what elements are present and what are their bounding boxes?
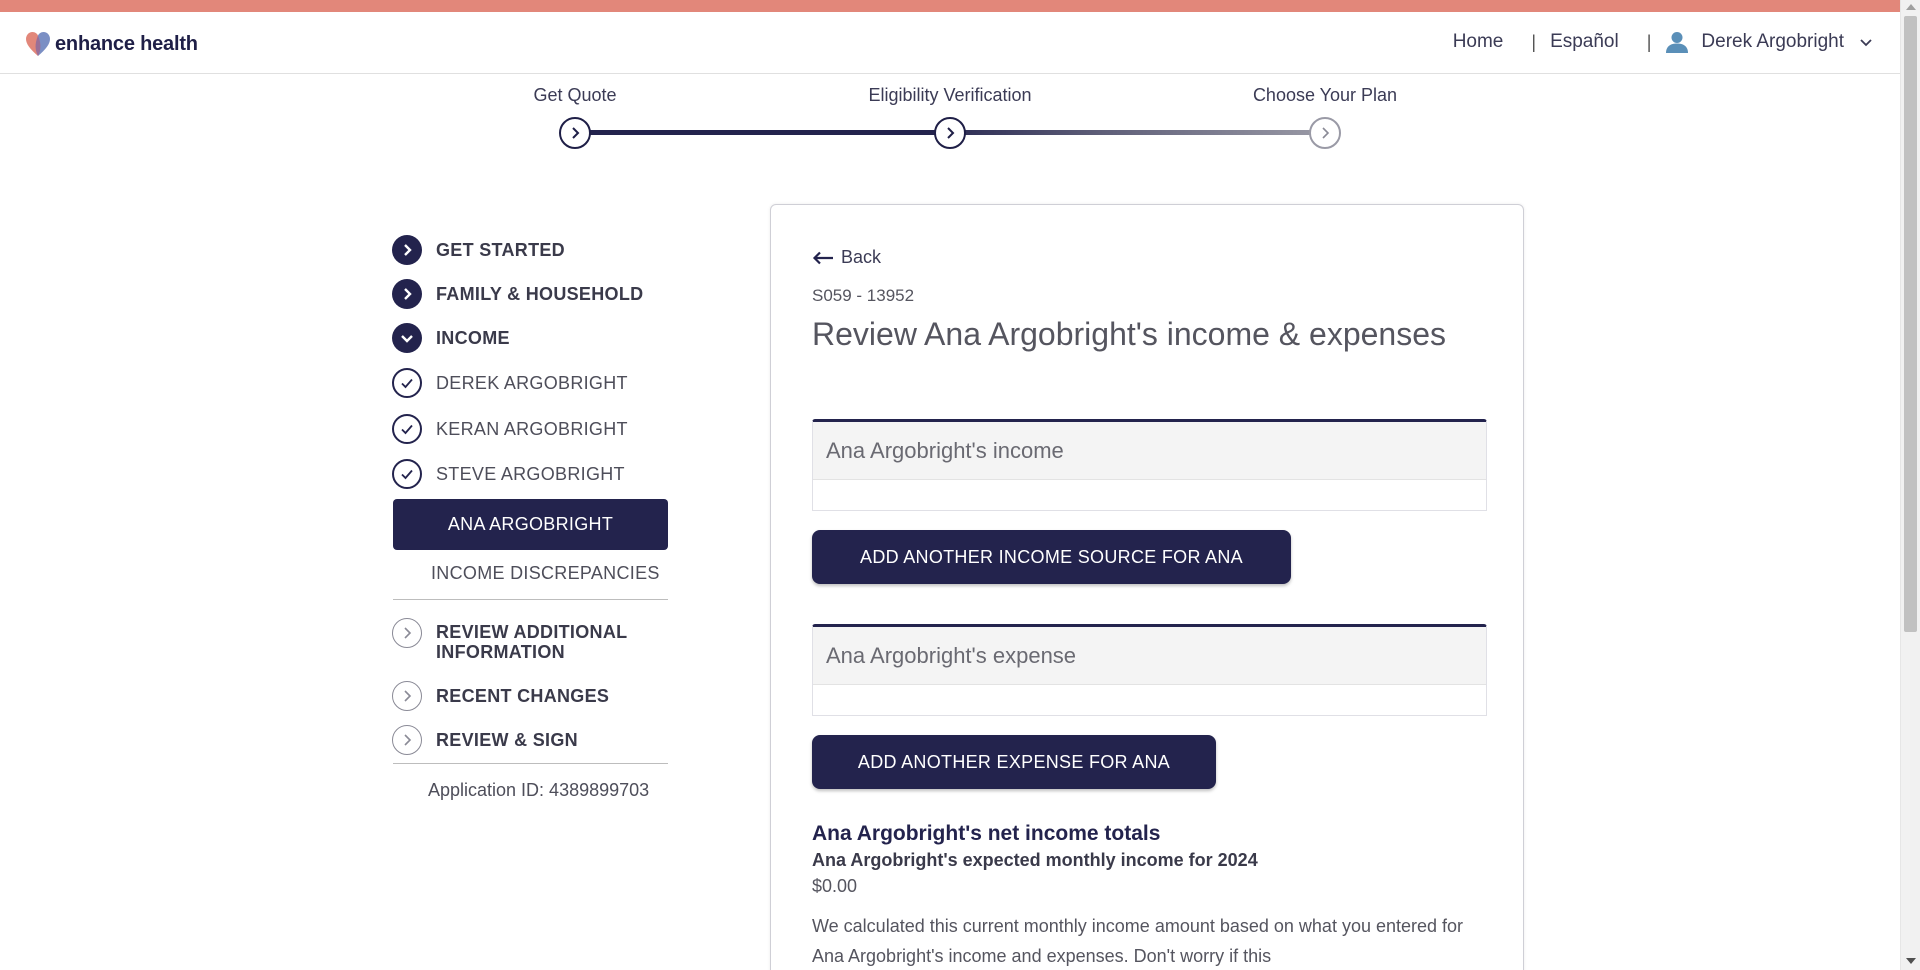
- sidebar-item-label: STEVE ARGOBRIGHT: [436, 463, 625, 484]
- top-accent-strip: [0, 0, 1900, 12]
- checkmark-icon: [392, 368, 422, 398]
- sidebar-item-label: RECENT CHANGES: [436, 685, 610, 706]
- chevron-right-icon: [392, 681, 422, 711]
- checkmark-icon: [392, 459, 422, 489]
- arrow-left-icon: [812, 251, 833, 264]
- form-code: S059 - 13952: [812, 286, 915, 305]
- nav-separator: |: [1646, 31, 1652, 52]
- step-label-eligibility: Eligibility Verification: [868, 85, 1032, 105]
- expense-section: Ana Argobright's expense: [812, 624, 1487, 716]
- sidebar-item-ana-argobright[interactable]: ANA ARGOBRIGHT: [393, 499, 668, 550]
- expense-section-body: [813, 685, 1486, 715]
- back-label: Back: [841, 247, 882, 267]
- chevron-right-icon: [392, 279, 422, 309]
- net-income-description: We calculated this current monthly incom…: [812, 916, 1464, 966]
- net-income-amount: $0.00: [812, 876, 858, 896]
- step-circle-eligibility[interactable]: [934, 117, 966, 149]
- chevron-down-icon: [392, 323, 422, 353]
- income-section: Ana Argobright's income: [812, 419, 1487, 511]
- nav-separator: |: [1531, 31, 1537, 52]
- brand-logo[interactable]: enhance health: [24, 30, 198, 58]
- scrollbar-thumb[interactable]: [1904, 16, 1917, 632]
- chevron-right-icon: [947, 127, 955, 139]
- add-expense-button[interactable]: ADD ANOTHER EXPENSE FOR ANA: [812, 735, 1216, 789]
- page-title: Review Ana Argobright's income & expense…: [812, 316, 1447, 352]
- sidebar-item-review-sign[interactable]: REVIEW & SIGN: [392, 725, 578, 755]
- sidebar-item-label: DEREK ARGOBRIGHT: [436, 372, 628, 393]
- vertical-scrollbar[interactable]: [1900, 0, 1920, 970]
- scroll-down-arrow-icon[interactable]: [1906, 958, 1916, 964]
- sidebar-item-label: INCOME DISCREPANCIES: [431, 563, 660, 583]
- step-circle-choose-plan[interactable]: [1309, 117, 1341, 149]
- heart-logo-icon: [26, 32, 50, 56]
- progress-line-completed: [575, 130, 950, 135]
- chevron-right-icon: [392, 618, 422, 648]
- sidebar-item-income-discrepancies[interactable]: INCOME DISCREPANCIES: [431, 563, 660, 584]
- chevron-right-icon: [1322, 127, 1330, 139]
- sidebar-item-family-household[interactable]: FAMILY & HOUSEHOLD: [392, 279, 643, 309]
- top-nav: Home | Español | Derek Argobright: [1453, 30, 1874, 54]
- sidebar-item-get-started[interactable]: GET STARTED: [392, 235, 565, 265]
- step-label-choose-plan: Choose Your Plan: [1252, 85, 1398, 105]
- sidebar-item-income[interactable]: INCOME: [392, 323, 510, 353]
- user-avatar-icon: [1666, 32, 1689, 53]
- chevron-down-icon: [1860, 39, 1872, 47]
- sidebar-item-label: INCOME: [436, 327, 510, 348]
- net-income-title: Ana Argobright's net income totals: [812, 822, 1161, 845]
- nav-language-link[interactable]: Español: [1550, 31, 1619, 53]
- sidebar-divider: [393, 599, 668, 600]
- chevron-right-icon: [392, 725, 422, 755]
- income-section-body: [813, 480, 1486, 510]
- chevron-right-icon: [392, 235, 422, 265]
- sidebar-item-steve-argobright[interactable]: STEVE ARGOBRIGHT: [392, 459, 625, 489]
- progress-line-upcoming: [950, 130, 1325, 135]
- sidebar-item-review-additional-information[interactable]: REVIEW ADDITIONAL INFORMATION: [392, 618, 656, 662]
- add-income-source-button[interactable]: ADD ANOTHER INCOME SOURCE FOR ANA: [812, 530, 1291, 584]
- sidebar-item-derek-argobright[interactable]: DEREK ARGOBRIGHT: [392, 368, 628, 398]
- sidebar-item-label: REVIEW ADDITIONAL INFORMATION: [436, 622, 628, 662]
- main-content-card: Back S059 - 13952 Review Ana Argobright'…: [770, 204, 1524, 970]
- net-income-subtitle: Ana Argobright's expected monthly income…: [812, 850, 1258, 870]
- application-id: Application ID: 4389899703: [428, 780, 650, 800]
- sidebar-item-label: KERAN ARGOBRIGHT: [436, 418, 628, 439]
- sidebar-divider: [393, 763, 668, 764]
- back-link[interactable]: Back: [812, 247, 881, 268]
- user-name: Derek Argobright: [1701, 31, 1844, 52]
- sidebar-item-label: REVIEW & SIGN: [436, 729, 578, 750]
- sidebar-item-label: GET STARTED: [436, 239, 565, 260]
- scroll-up-arrow-icon[interactable]: [1906, 4, 1916, 10]
- step-label-get-quote: Get Quote: [533, 85, 617, 105]
- expense-section-title: Ana Argobright's expense: [813, 627, 1486, 685]
- chevron-right-icon: [572, 127, 580, 139]
- sidebar-item-label: FAMILY & HOUSEHOLD: [436, 283, 644, 304]
- user-menu[interactable]: Derek Argobright: [1665, 30, 1874, 54]
- checkmark-icon: [392, 414, 422, 444]
- step-circle-get-quote[interactable]: [559, 117, 591, 149]
- brand-name: enhance health: [55, 32, 198, 55]
- site-header: enhance health Home | Español | Derek Ar…: [0, 12, 1900, 74]
- nav-home-link[interactable]: Home: [1453, 31, 1504, 53]
- sidebar-item-recent-changes[interactable]: RECENT CHANGES: [392, 681, 609, 711]
- income-section-title: Ana Argobright's income: [813, 422, 1486, 480]
- sidebar-item-keran-argobright[interactable]: KERAN ARGOBRIGHT: [392, 414, 628, 444]
